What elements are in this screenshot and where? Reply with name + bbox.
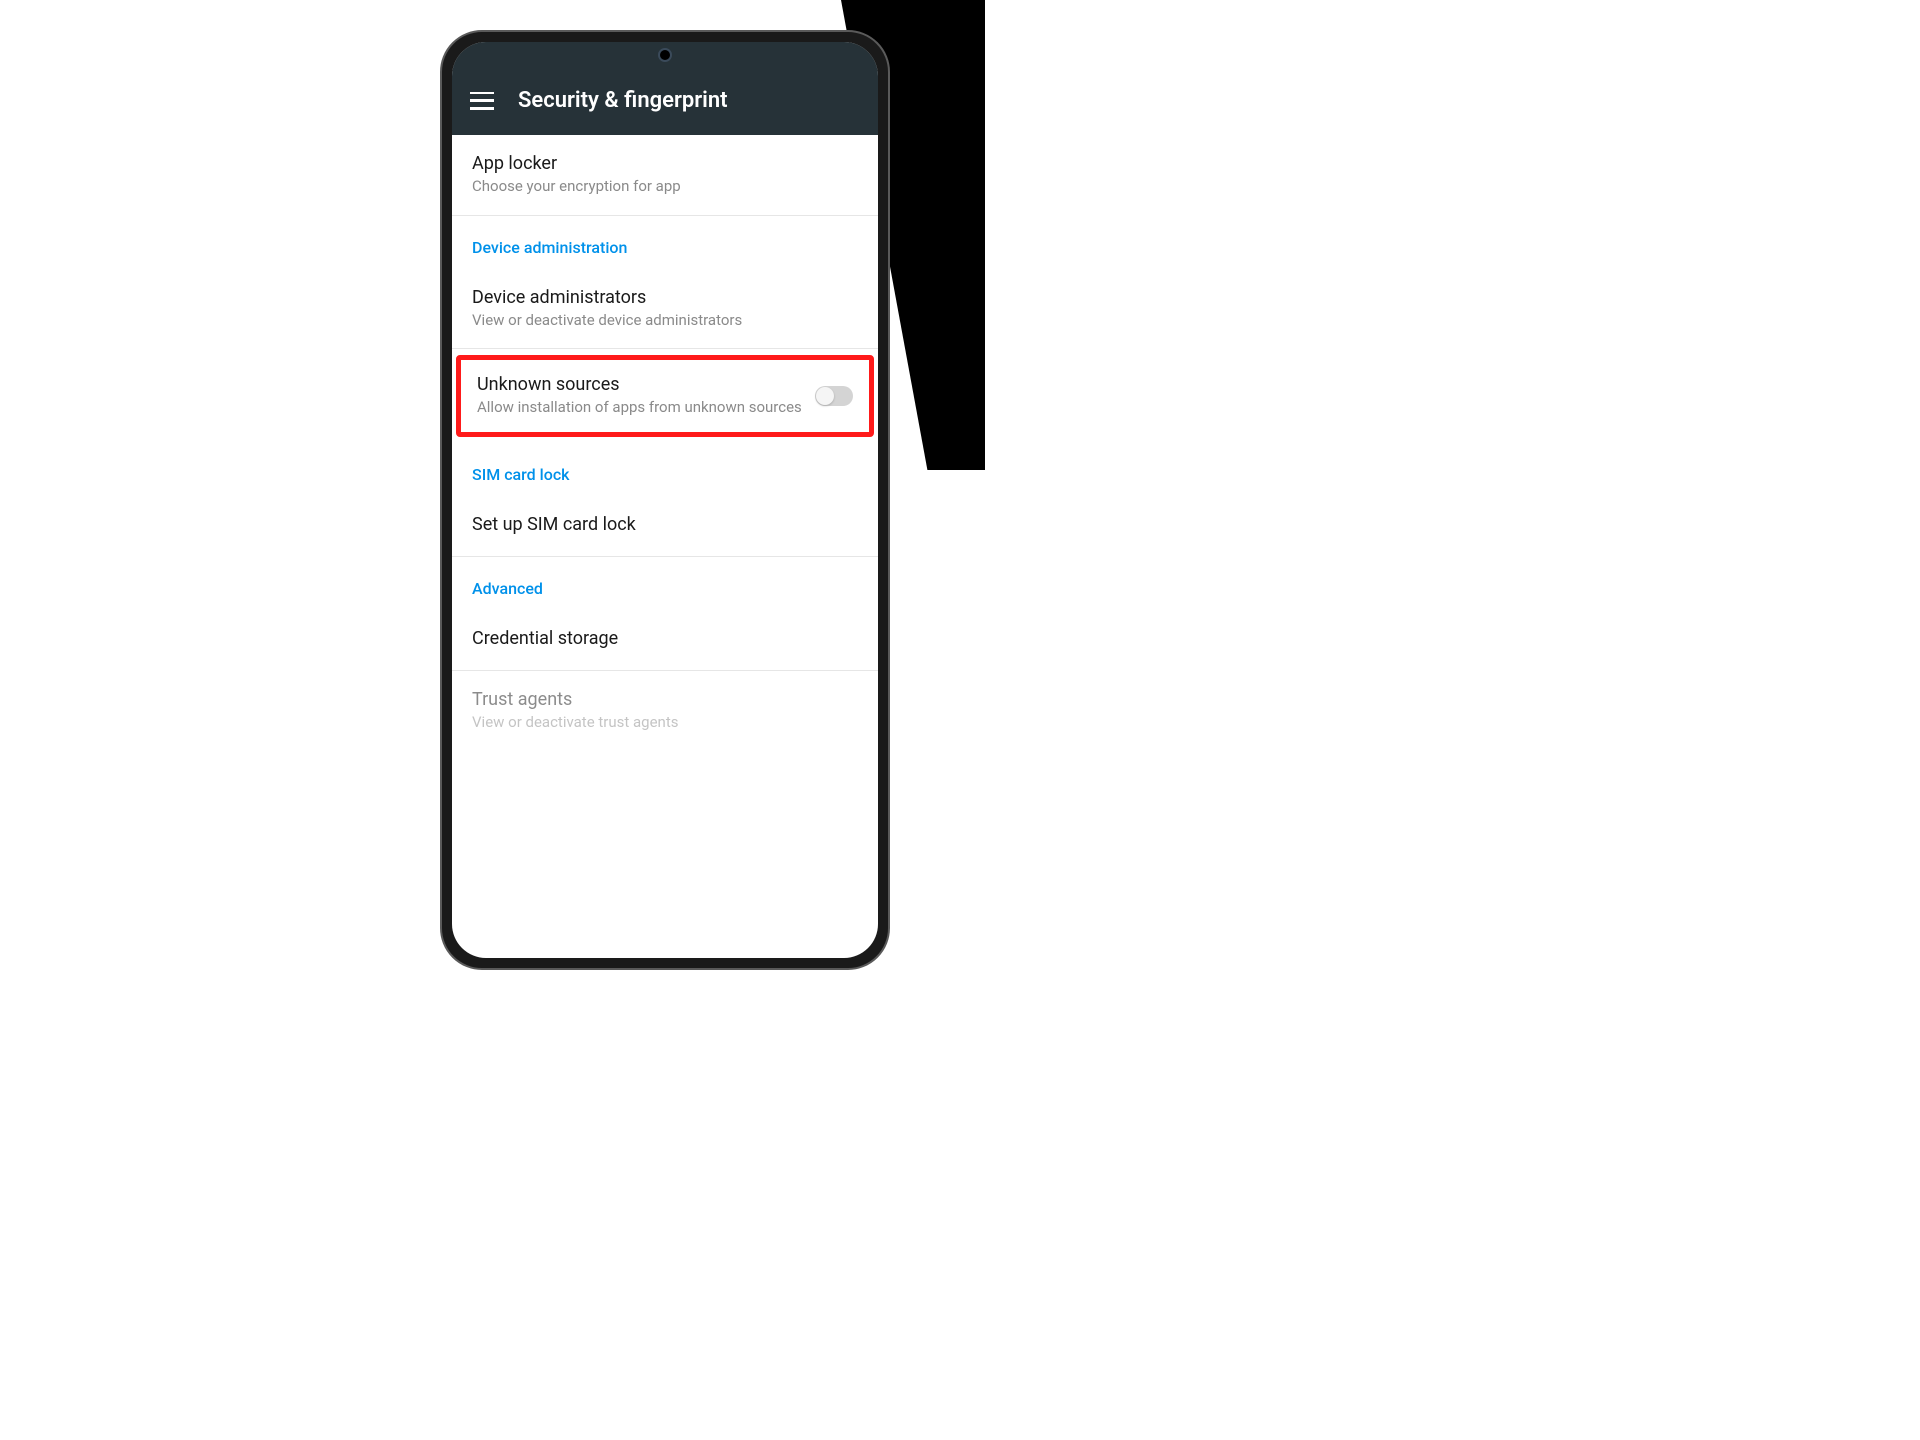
device-administrators-item[interactable]: Device administrators View or deactivate… [452, 269, 878, 350]
section-sim-card-lock: SIM card lock [452, 443, 878, 496]
phone-screen: Security & fingerprint App locker Choose… [452, 42, 878, 958]
item-title: App locker [472, 153, 858, 174]
section-advanced: Advanced [452, 557, 878, 610]
item-title: Trust agents [472, 689, 858, 710]
unknown-sources-toggle[interactable] [815, 386, 853, 406]
page-title: Security & fingerprint [518, 88, 728, 113]
item-title: Unknown sources [477, 374, 803, 395]
settings-list: App locker Choose your encryption for ap… [452, 135, 878, 736]
item-title: Credential storage [472, 628, 858, 649]
item-subtitle: View or deactivate device administrators [472, 311, 858, 331]
item-subtitle: View or deactivate trust agents [472, 713, 858, 733]
item-subtitle: Choose your encryption for app [472, 177, 858, 197]
item-subtitle: Allow installation of apps from unknown … [477, 398, 803, 418]
hamburger-icon[interactable] [470, 92, 494, 110]
section-device-administration: Device administration [452, 216, 878, 269]
unknown-sources-item[interactable]: Unknown sources Allow installation of ap… [456, 355, 874, 437]
item-title: Device administrators [472, 287, 858, 308]
app-locker-item[interactable]: App locker Choose your encryption for ap… [452, 135, 878, 216]
trust-agents-item[interactable]: Trust agents View or deactivate trust ag… [452, 671, 878, 737]
front-camera [658, 48, 672, 62]
phone-frame: Security & fingerprint App locker Choose… [440, 30, 890, 970]
sim-card-lock-item[interactable]: Set up SIM card lock [452, 496, 878, 557]
item-title: Set up SIM card lock [472, 514, 858, 535]
credential-storage-item[interactable]: Credential storage [452, 610, 878, 671]
